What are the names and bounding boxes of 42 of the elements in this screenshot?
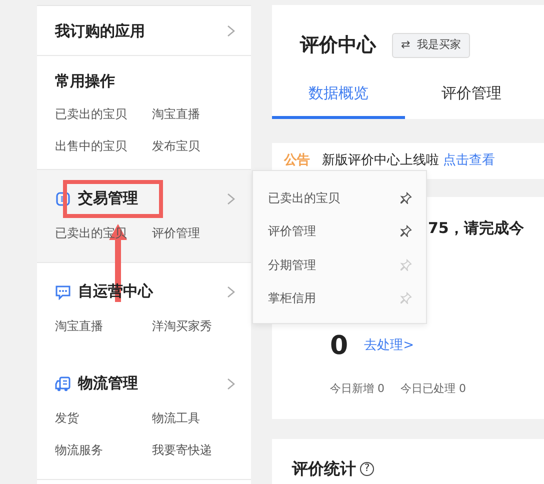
notice-tag: 公告 xyxy=(284,153,310,168)
sidebar-link[interactable]: 发布宝贝 xyxy=(152,136,249,154)
section-title: 评价统计 xyxy=(292,458,356,480)
flyout-item[interactable]: 掌柜信用 xyxy=(268,289,316,308)
stat-text: 今日新增 0 xyxy=(330,381,384,397)
truck-icon xyxy=(55,376,71,392)
flyout-item[interactable]: 已卖出的宝贝 xyxy=(268,188,340,207)
page-title: 评价中心 xyxy=(300,33,376,58)
chevron-icon xyxy=(227,25,235,37)
flyout-item[interactable]: 分期管理 xyxy=(268,256,316,274)
flyout-item[interactable]: 评价管理 xyxy=(268,222,316,240)
sidebar-link[interactable]: 我要寄快递 xyxy=(152,440,249,458)
chevron-icon xyxy=(227,378,235,390)
sidebar-link[interactable]: 淘宝直播 xyxy=(55,316,152,334)
calendar-icon xyxy=(55,190,71,206)
tab[interactable]: 评价管理 xyxy=(405,74,538,119)
notice-text: 新版评价中心上线啦 xyxy=(322,153,439,168)
pending-message: 75，请完成今 xyxy=(428,218,525,238)
sidebar-heading[interactable]: 物流管理 xyxy=(78,372,138,395)
stat-text: 今日已处理 0 xyxy=(400,381,466,397)
help-icon[interactable]: ? xyxy=(360,462,374,476)
sidebar-link[interactable]: 物流服务 xyxy=(55,440,152,458)
notice-link[interactable]: 点击查看 xyxy=(443,153,495,168)
chevron-icon xyxy=(227,286,235,298)
sidebar-link[interactable]: 物流工具 xyxy=(152,408,249,426)
sidebar-link[interactable]: 已卖出的宝贝 xyxy=(55,104,152,122)
sidebar-link[interactable]: 淘宝直播 xyxy=(152,104,249,122)
pin-icon[interactable] xyxy=(400,225,412,238)
sidebar-link[interactable]: 评价管理 xyxy=(152,224,249,242)
tab[interactable]: 数据概览 xyxy=(272,74,405,119)
pin-icon[interactable] xyxy=(400,192,412,204)
sidebar-heading: 常用操作 xyxy=(55,71,116,92)
chevron-icon xyxy=(227,192,235,204)
sidebar-heading[interactable]: 我订购的应用 xyxy=(55,20,145,42)
switch-button[interactable]: ⇄ 我是买家 xyxy=(392,33,470,58)
pending-count: 0 xyxy=(330,333,348,359)
chat-icon xyxy=(55,284,71,300)
sidebar-heading[interactable]: 交易管理 xyxy=(78,187,138,210)
sidebar-link[interactable]: 洋淘买家秀 xyxy=(152,316,249,334)
sidebar-link[interactable]: 发货 xyxy=(55,408,152,426)
sidebar-link[interactable]: 出售中的宝贝 xyxy=(55,136,152,154)
process-link[interactable]: 去处理> xyxy=(364,336,414,356)
